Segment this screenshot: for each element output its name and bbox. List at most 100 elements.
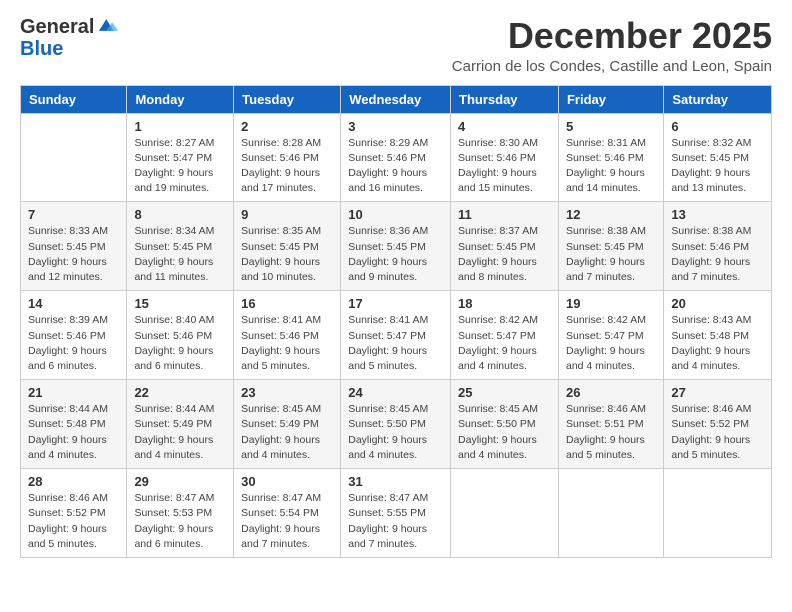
calendar-cell: 5 Sunrise: 8:31 AMSunset: 5:46 PMDaylight… bbox=[558, 113, 663, 202]
day-info: Sunrise: 8:45 AMSunset: 5:50 PMDaylight:… bbox=[348, 402, 443, 463]
logo-line2: Blue bbox=[20, 38, 118, 60]
calendar-cell: 10Sunrise: 8:36 AMSunset: 5:45 PMDayligh… bbox=[341, 202, 451, 291]
calendar-cell: 7 Sunrise: 8:33 AMSunset: 5:45 PMDaylight… bbox=[21, 202, 127, 291]
calendar-cell: 17 Sunrise: 8:41 AMSunset: 5:47 PMDayligh… bbox=[341, 291, 451, 380]
day-number: 23 bbox=[241, 385, 333, 400]
calendar-cell bbox=[451, 469, 559, 558]
day-info: Sunrise: 8:37 AMSunset: 5:45 PMDaylight:… bbox=[458, 224, 551, 285]
day-info: Sunrise: 8:40 AMSunset: 5:46 PMDaylight:… bbox=[134, 313, 226, 374]
day-number: 29 bbox=[134, 474, 226, 489]
day-info: Sunrise: 8:45 AMSunset: 5:49 PMDaylight:… bbox=[241, 402, 333, 463]
calendar-cell bbox=[21, 113, 127, 202]
day-info: Sunrise: 8:44 AMSunset: 5:49 PMDaylight:… bbox=[134, 402, 226, 463]
day-number: 3 bbox=[348, 119, 443, 134]
calendar-cell: 22 Sunrise: 8:44 AMSunset: 5:49 PMDayligh… bbox=[127, 380, 234, 469]
day-info: Sunrise: 8:34 AMSunset: 5:45 PMDaylight:… bbox=[134, 224, 226, 285]
calendar-cell: 25Sunrise: 8:45 AMSunset: 5:50 PMDayligh… bbox=[451, 380, 559, 469]
day-info: Sunrise: 8:46 AMSunset: 5:51 PMDaylight:… bbox=[566, 402, 656, 463]
day-number: 16 bbox=[241, 296, 333, 311]
calendar-cell: 8Sunrise: 8:34 AMSunset: 5:45 PMDaylight… bbox=[127, 202, 234, 291]
calendar-cell: 26 Sunrise: 8:46 AMSunset: 5:51 PMDayligh… bbox=[558, 380, 663, 469]
day-number: 9 bbox=[241, 207, 333, 222]
calendar-week-row: 14 Sunrise: 8:39 AMSunset: 5:46 PMDayligh… bbox=[21, 291, 772, 380]
day-number: 5 bbox=[566, 119, 656, 134]
day-info: Sunrise: 8:29 AMSunset: 5:46 PMDaylight:… bbox=[348, 136, 443, 197]
day-info: Sunrise: 8:28 AMSunset: 5:46 PMDaylight:… bbox=[241, 136, 333, 197]
calendar-cell: 31 Sunrise: 8:47 AMSunset: 5:55 PMDayligh… bbox=[341, 469, 451, 558]
day-number: 12 bbox=[566, 207, 656, 222]
weekday-header-sunday: Sunday bbox=[21, 85, 127, 113]
logo: General Blue bbox=[20, 16, 118, 60]
day-info: Sunrise: 8:47 AMSunset: 5:54 PMDaylight:… bbox=[241, 491, 333, 552]
calendar-cell: 11Sunrise: 8:37 AMSunset: 5:45 PMDayligh… bbox=[451, 202, 559, 291]
calendar-table: SundayMondayTuesdayWednesdayThursdayFrid… bbox=[20, 85, 772, 558]
day-info: Sunrise: 8:41 AMSunset: 5:47 PMDaylight:… bbox=[348, 313, 443, 374]
day-number: 20 bbox=[671, 296, 764, 311]
weekday-header-row: SundayMondayTuesdayWednesdayThursdayFrid… bbox=[21, 85, 772, 113]
weekday-header-tuesday: Tuesday bbox=[234, 85, 341, 113]
page-header: General Blue December 2025 Carrion de lo… bbox=[20, 16, 772, 75]
day-number: 31 bbox=[348, 474, 443, 489]
calendar-cell: 1 Sunrise: 8:27 AMSunset: 5:47 PMDaylight… bbox=[127, 113, 234, 202]
day-info: Sunrise: 8:38 AMSunset: 5:45 PMDaylight:… bbox=[566, 224, 656, 285]
calendar-cell: 12 Sunrise: 8:38 AMSunset: 5:45 PMDayligh… bbox=[558, 202, 663, 291]
day-number: 24 bbox=[348, 385, 443, 400]
day-info: Sunrise: 8:32 AMSunset: 5:45 PMDaylight:… bbox=[671, 136, 764, 197]
calendar-cell bbox=[664, 469, 772, 558]
calendar-cell: 16 Sunrise: 8:41 AMSunset: 5:46 PMDayligh… bbox=[234, 291, 341, 380]
calendar-cell: 13 Sunrise: 8:38 AMSunset: 5:46 PMDayligh… bbox=[664, 202, 772, 291]
calendar-cell: 15Sunrise: 8:40 AMSunset: 5:46 PMDayligh… bbox=[127, 291, 234, 380]
day-number: 13 bbox=[671, 207, 764, 222]
weekday-header-wednesday: Wednesday bbox=[341, 85, 451, 113]
calendar-cell: 18 Sunrise: 8:42 AMSunset: 5:47 PMDayligh… bbox=[451, 291, 559, 380]
calendar-week-row: 7 Sunrise: 8:33 AMSunset: 5:45 PMDaylight… bbox=[21, 202, 772, 291]
day-number: 6 bbox=[671, 119, 764, 134]
day-number: 14 bbox=[28, 296, 119, 311]
day-info: Sunrise: 8:42 AMSunset: 5:47 PMDaylight:… bbox=[566, 313, 656, 374]
calendar-cell bbox=[558, 469, 663, 558]
calendar-week-row: 21Sunrise: 8:44 AMSunset: 5:48 PMDayligh… bbox=[21, 380, 772, 469]
calendar-cell: 19Sunrise: 8:42 AMSunset: 5:47 PMDayligh… bbox=[558, 291, 663, 380]
logo-icon bbox=[96, 14, 118, 36]
day-info: Sunrise: 8:33 AMSunset: 5:45 PMDaylight:… bbox=[28, 224, 119, 285]
day-info: Sunrise: 8:31 AMSunset: 5:46 PMDaylight:… bbox=[566, 136, 656, 197]
day-info: Sunrise: 8:38 AMSunset: 5:46 PMDaylight:… bbox=[671, 224, 764, 285]
calendar-cell: 24 Sunrise: 8:45 AMSunset: 5:50 PMDayligh… bbox=[341, 380, 451, 469]
day-info: Sunrise: 8:35 AMSunset: 5:45 PMDaylight:… bbox=[241, 224, 333, 285]
calendar-cell: 4 Sunrise: 8:30 AMSunset: 5:46 PMDaylight… bbox=[451, 113, 559, 202]
title-block: December 2025 Carrion de los Condes, Cas… bbox=[452, 16, 772, 75]
day-info: Sunrise: 8:43 AMSunset: 5:48 PMDaylight:… bbox=[671, 313, 764, 374]
calendar-week-row: 1 Sunrise: 8:27 AMSunset: 5:47 PMDaylight… bbox=[21, 113, 772, 202]
day-number: 22 bbox=[134, 385, 226, 400]
day-info: Sunrise: 8:41 AMSunset: 5:46 PMDaylight:… bbox=[241, 313, 333, 374]
day-number: 17 bbox=[348, 296, 443, 311]
day-number: 4 bbox=[458, 119, 551, 134]
day-number: 18 bbox=[458, 296, 551, 311]
calendar-cell: 14 Sunrise: 8:39 AMSunset: 5:46 PMDayligh… bbox=[21, 291, 127, 380]
calendar-cell: 30 Sunrise: 8:47 AMSunset: 5:54 PMDayligh… bbox=[234, 469, 341, 558]
day-info: Sunrise: 8:27 AMSunset: 5:47 PMDaylight:… bbox=[134, 136, 226, 197]
day-number: 21 bbox=[28, 385, 119, 400]
calendar-cell: 9 Sunrise: 8:35 AMSunset: 5:45 PMDaylight… bbox=[234, 202, 341, 291]
day-info: Sunrise: 8:45 AMSunset: 5:50 PMDaylight:… bbox=[458, 402, 551, 463]
calendar-cell: 3 Sunrise: 8:29 AMSunset: 5:46 PMDaylight… bbox=[341, 113, 451, 202]
weekday-header-monday: Monday bbox=[127, 85, 234, 113]
day-info: Sunrise: 8:30 AMSunset: 5:46 PMDaylight:… bbox=[458, 136, 551, 197]
day-number: 7 bbox=[28, 207, 119, 222]
day-info: Sunrise: 8:46 AMSunset: 5:52 PMDaylight:… bbox=[671, 402, 764, 463]
day-number: 10 bbox=[348, 207, 443, 222]
calendar-cell: 21Sunrise: 8:44 AMSunset: 5:48 PMDayligh… bbox=[21, 380, 127, 469]
calendar-cell: 23 Sunrise: 8:45 AMSunset: 5:49 PMDayligh… bbox=[234, 380, 341, 469]
day-number: 2 bbox=[241, 119, 333, 134]
day-info: Sunrise: 8:39 AMSunset: 5:46 PMDaylight:… bbox=[28, 313, 119, 374]
calendar-cell: 29Sunrise: 8:47 AMSunset: 5:53 PMDayligh… bbox=[127, 469, 234, 558]
calendar-cell: 2 Sunrise: 8:28 AMSunset: 5:46 PMDaylight… bbox=[234, 113, 341, 202]
day-info: Sunrise: 8:42 AMSunset: 5:47 PMDaylight:… bbox=[458, 313, 551, 374]
day-info: Sunrise: 8:47 AMSunset: 5:55 PMDaylight:… bbox=[348, 491, 443, 552]
calendar-cell: 27Sunrise: 8:46 AMSunset: 5:52 PMDayligh… bbox=[664, 380, 772, 469]
day-number: 1 bbox=[134, 119, 226, 134]
day-number: 30 bbox=[241, 474, 333, 489]
weekday-header-friday: Friday bbox=[558, 85, 663, 113]
day-number: 26 bbox=[566, 385, 656, 400]
calendar-cell: 20 Sunrise: 8:43 AMSunset: 5:48 PMDayligh… bbox=[664, 291, 772, 380]
